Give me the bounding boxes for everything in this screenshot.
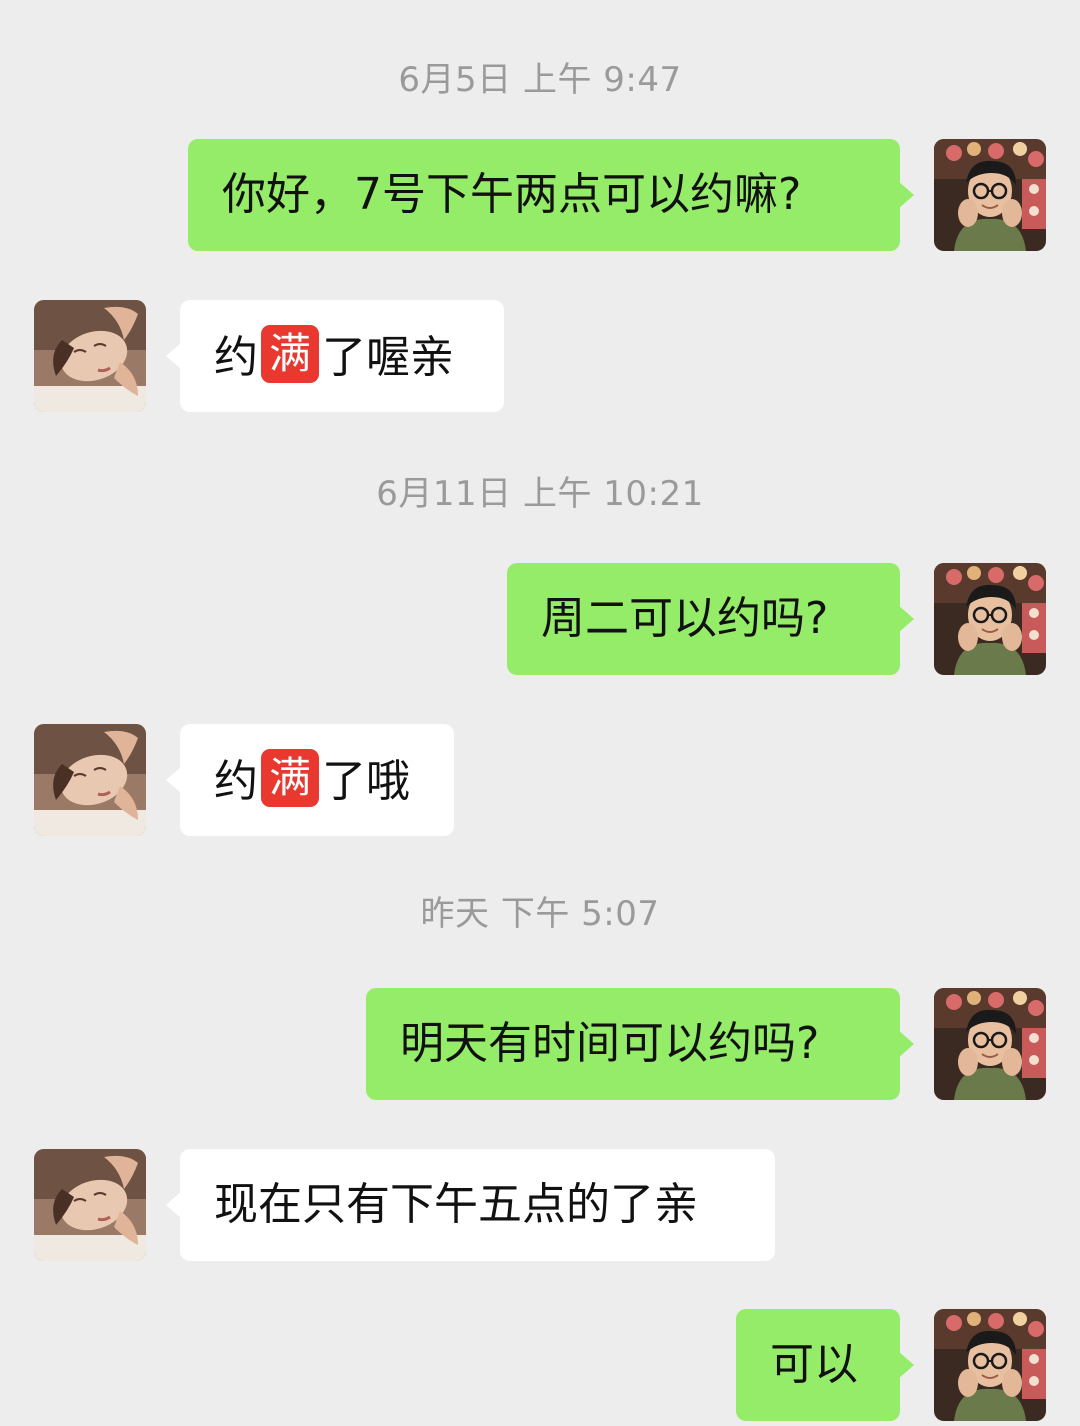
- message-bubble-received[interactable]: 约满了喔亲: [166, 300, 504, 412]
- contact-avatar-icon: [34, 1149, 146, 1261]
- user-avatar-icon: [934, 563, 1046, 675]
- message-bubble-sent[interactable]: 明天有时间可以约吗?: [366, 988, 914, 1100]
- timestamp-divider: 6月11日 上午 10:21: [376, 474, 704, 514]
- timestamp-divider: 6月5日 上午 9:47: [398, 60, 682, 100]
- message-text: 约: [214, 332, 258, 383]
- user-avatar-icon: [934, 139, 1046, 251]
- contact-avatar-icon: [34, 724, 146, 836]
- message-bubble-sent[interactable]: 周二可以约吗?: [507, 563, 914, 675]
- message-text: 明天有时间可以约吗?: [400, 1018, 820, 1069]
- contact-avatar[interactable]: [34, 300, 146, 412]
- message-bubble-received[interactable]: 约满了哦: [166, 724, 454, 836]
- message-text: 了哦: [322, 756, 410, 807]
- message-text: 你好，7号下午两点可以约嘛?: [222, 169, 802, 220]
- message-text: 现在只有下午五点的了亲: [214, 1179, 698, 1230]
- message-bubble-sent[interactable]: 可以: [736, 1309, 914, 1421]
- contact-avatar-icon: [34, 300, 146, 412]
- user-avatar[interactable]: [934, 988, 1046, 1100]
- user-avatar[interactable]: [934, 139, 1046, 251]
- user-avatar[interactable]: [934, 1309, 1046, 1421]
- message-text: 约: [214, 756, 258, 807]
- message-bubble-received[interactable]: 现在只有下午五点的了亲: [166, 1149, 775, 1261]
- full-emoji-icon: 满: [261, 325, 319, 383]
- timestamp-divider: 昨天 下午 5:07: [420, 894, 660, 934]
- user-avatar[interactable]: [934, 563, 1046, 675]
- contact-avatar[interactable]: [34, 724, 146, 836]
- user-avatar-icon: [934, 1309, 1046, 1421]
- full-emoji-icon: 满: [261, 749, 319, 807]
- message-text: 了喔亲: [322, 332, 454, 383]
- message-bubble-sent[interactable]: 你好，7号下午两点可以约嘛?: [188, 139, 914, 251]
- user-avatar-icon: [934, 988, 1046, 1100]
- message-text: 可以: [770, 1339, 858, 1390]
- message-text: 周二可以约吗?: [541, 593, 829, 644]
- chat-message-list[interactable]: 6月5日 上午 9:47 你好，7号下午两点可以约嘛? 约满了喔亲 6月11日 …: [0, 0, 1080, 1426]
- contact-avatar[interactable]: [34, 1149, 146, 1261]
